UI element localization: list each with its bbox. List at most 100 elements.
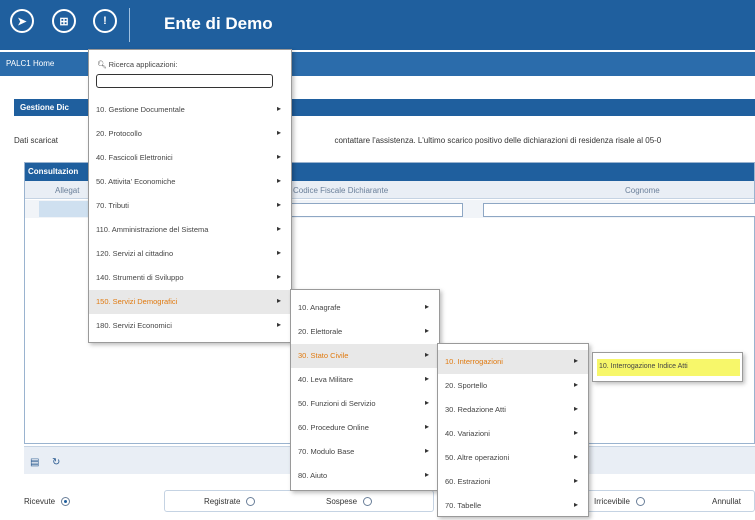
menu-item-label: 50. Funzioni di Servizio bbox=[298, 399, 376, 408]
demografici-menu-item[interactable]: 60. Procedure Online ▸ bbox=[291, 416, 439, 440]
header-divider bbox=[129, 8, 130, 42]
chevron-right-icon: ▸ bbox=[424, 446, 429, 455]
chevron-right-icon: ▸ bbox=[573, 428, 578, 437]
chevron-right-icon: ▸ bbox=[424, 398, 429, 407]
menu-item-label: 70. Tributi bbox=[96, 201, 129, 210]
chevron-right-icon: ▸ bbox=[276, 200, 281, 209]
chevron-right-icon: ▸ bbox=[276, 104, 281, 113]
menu-item-label: 10. Interrogazioni bbox=[445, 357, 503, 366]
demografici-menu-item[interactable]: 30. Stato Civile ▸ bbox=[291, 344, 439, 368]
status-ricevute[interactable]: Ricevute bbox=[24, 497, 71, 506]
chevron-right-icon: ▸ bbox=[276, 272, 281, 281]
info-text-right: contattare l'assistenza. L'ultimo scaric… bbox=[334, 136, 662, 145]
menu-item-label: 40. Leva Militare bbox=[298, 375, 354, 384]
chevron-right-icon: ▸ bbox=[573, 452, 578, 461]
demografici-menu-item[interactable]: 40. Leva Militare ▸ bbox=[291, 368, 439, 392]
stato-civile-menu-item[interactable]: 70. Tabelle ▸ bbox=[438, 494, 588, 518]
radio-irricevibile[interactable] bbox=[636, 497, 646, 506]
stato-civile-menu-item[interactable]: 60. Estrazioni ▸ bbox=[438, 470, 588, 494]
chevron-right-icon: ▸ bbox=[276, 224, 281, 233]
menu-item-interrogazione-indice-atti[interactable]: 10. Interrogazione Indice Atti bbox=[597, 359, 740, 376]
app-menu-item[interactable]: 70. Tributi ▸ bbox=[89, 194, 291, 218]
app-menu-item[interactable]: 120. Servizi al cittadino ▸ bbox=[89, 242, 291, 266]
status-sospese[interactable]: Sospese bbox=[326, 497, 373, 506]
info-text-left: Dati scaricat bbox=[14, 136, 59, 145]
app-menu-item[interactable]: 40. Fascicoli Elettronici ▸ bbox=[89, 146, 291, 170]
servizi-demografici-submenu: 10. Anagrafe ▸ 20. Elettorale ▸ 30. Stato Ci… bbox=[290, 289, 440, 491]
chevron-right-icon: ▸ bbox=[276, 296, 281, 305]
status-annullate[interactable]: Annullat bbox=[712, 497, 741, 506]
menu-item-label: 30. Redazione Atti bbox=[445, 405, 506, 414]
info-icon[interactable]: ! bbox=[93, 9, 117, 33]
menu-item-label: 120. Servizi al cittadino bbox=[96, 249, 174, 258]
demografici-menu-item[interactable]: 50. Funzioni di Servizio ▸ bbox=[291, 392, 439, 416]
menu-item-label: 70. Tabelle bbox=[445, 501, 482, 510]
chevron-right-icon: ▸ bbox=[573, 476, 578, 485]
radio-ricevute[interactable] bbox=[61, 497, 71, 506]
demografici-menu-item[interactable]: 80. Aiuto ▸ bbox=[291, 464, 439, 488]
app-menu-item[interactable]: 20. Protocollo ▸ bbox=[89, 122, 291, 146]
stato-civile-submenu: 10. Interrogazioni ▸ 20. Sportello ▸ 30. Red… bbox=[437, 343, 589, 517]
stato-civile-menu-item[interactable]: 50. Altre operazioni ▸ bbox=[438, 446, 588, 470]
status-irricevibile[interactable]: Irricevibile bbox=[594, 497, 646, 506]
stato-civile-menu-item[interactable]: 20. Sportello ▸ bbox=[438, 374, 588, 398]
column-header-allegati[interactable]: Allegat bbox=[55, 186, 79, 195]
menu-item-label: 20. Sportello bbox=[445, 381, 488, 390]
chevron-right-icon: ▸ bbox=[573, 500, 578, 509]
radio-sospese[interactable] bbox=[363, 497, 373, 506]
menu-item-label: 30. Stato Civile bbox=[298, 351, 349, 360]
export-icon[interactable]: ▤ bbox=[30, 457, 39, 468]
app-menu-item[interactable]: 50. Attivita' Economiche ▸ bbox=[89, 170, 291, 194]
menu-item-label: 60. Procedure Online bbox=[298, 423, 369, 432]
demografici-menu-item[interactable]: 10. Anagrafe ▸ bbox=[291, 296, 439, 320]
chevron-right-icon: ▸ bbox=[424, 422, 429, 431]
menu-item-label: 150. Servizi Demografici bbox=[96, 297, 178, 306]
search-applications-input[interactable] bbox=[96, 74, 273, 88]
menu-item-label: 140. Strumenti di Sviluppo bbox=[96, 273, 184, 282]
status-registrate[interactable]: Registrate bbox=[204, 497, 256, 506]
menu-item-label: 80. Aiuto bbox=[298, 471, 328, 480]
menu-item-label: 70. Modulo Base bbox=[298, 447, 355, 456]
compass-icon[interactable]: ➤ bbox=[10, 9, 34, 33]
codice-fiscale-filter-input[interactable] bbox=[291, 203, 463, 217]
home-tab[interactable]: PALC1 Home bbox=[6, 59, 54, 68]
column-header-codice-fiscale[interactable]: Codice Fiscale Dichiarante bbox=[293, 186, 388, 195]
chevron-right-icon: ▸ bbox=[424, 470, 429, 479]
refresh-icon[interactable]: ↻ bbox=[52, 457, 60, 468]
menu-item-label: 60. Estrazioni bbox=[445, 477, 491, 486]
demografici-menu-item[interactable]: 20. Elettorale ▸ bbox=[291, 320, 439, 344]
menu-item-label: 50. Altre operazioni bbox=[445, 453, 510, 462]
chevron-right-icon: ▸ bbox=[276, 248, 281, 257]
stato-civile-menu-item[interactable]: 30. Redazione Atti ▸ bbox=[438, 398, 588, 422]
demografici-menu-item[interactable]: 70. Modulo Base ▸ bbox=[291, 440, 439, 464]
app-menu-item[interactable]: 10. Gestione Documentale ▸ bbox=[89, 98, 291, 122]
menu-item-label: 10. Anagrafe bbox=[298, 303, 341, 312]
menu-item-label: 10. Gestione Documentale bbox=[96, 105, 185, 114]
stato-civile-menu-item[interactable]: 10. Interrogazioni ▸ bbox=[438, 350, 588, 374]
search-label: 🔍︎ Ricerca applicazioni: bbox=[97, 60, 178, 69]
menu-item-label: 180. Servizi Economici bbox=[96, 321, 172, 330]
chevron-right-icon: ▸ bbox=[276, 128, 281, 137]
apps-grid-icon[interactable]: ⊞ bbox=[52, 9, 76, 33]
app-menu-item[interactable]: 180. Servizi Economici ▸ bbox=[89, 314, 291, 338]
chevron-right-icon: ▸ bbox=[573, 356, 578, 365]
cognome-filter-input[interactable] bbox=[483, 203, 755, 217]
stato-civile-menu-item[interactable]: 40. Variazioni ▸ bbox=[438, 422, 588, 446]
interrogazioni-submenu: 10. Interrogazione Indice Atti bbox=[592, 352, 743, 382]
chevron-right-icon: ▸ bbox=[424, 374, 429, 383]
menu-item-label: 40. Variazioni bbox=[445, 429, 490, 438]
app-menu-item[interactable]: 140. Strumenti di Sviluppo ▸ bbox=[89, 266, 291, 290]
chevron-right-icon: ▸ bbox=[573, 380, 578, 389]
menu-item-label: 40. Fascicoli Elettronici bbox=[96, 153, 173, 162]
top-header: ➤ ⊞ ! Ente di Demo bbox=[0, 0, 755, 50]
app-menu-item[interactable]: 150. Servizi Demografici ▸ bbox=[89, 290, 291, 314]
chevron-right-icon: ▸ bbox=[276, 320, 281, 329]
status-filter-row: Ricevute Registrate Sospese Irricevibile… bbox=[24, 497, 755, 513]
column-header-cognome[interactable]: Cognome bbox=[625, 186, 660, 195]
chevron-right-icon: ▸ bbox=[276, 176, 281, 185]
radio-registrate[interactable] bbox=[246, 497, 256, 506]
app-title: Ente di Demo bbox=[164, 14, 273, 33]
chevron-right-icon: ▸ bbox=[424, 326, 429, 335]
app-menu-item[interactable]: 110. Amministrazione del Sistema ▸ bbox=[89, 218, 291, 242]
search-icon: 🔍︎ bbox=[97, 60, 107, 69]
